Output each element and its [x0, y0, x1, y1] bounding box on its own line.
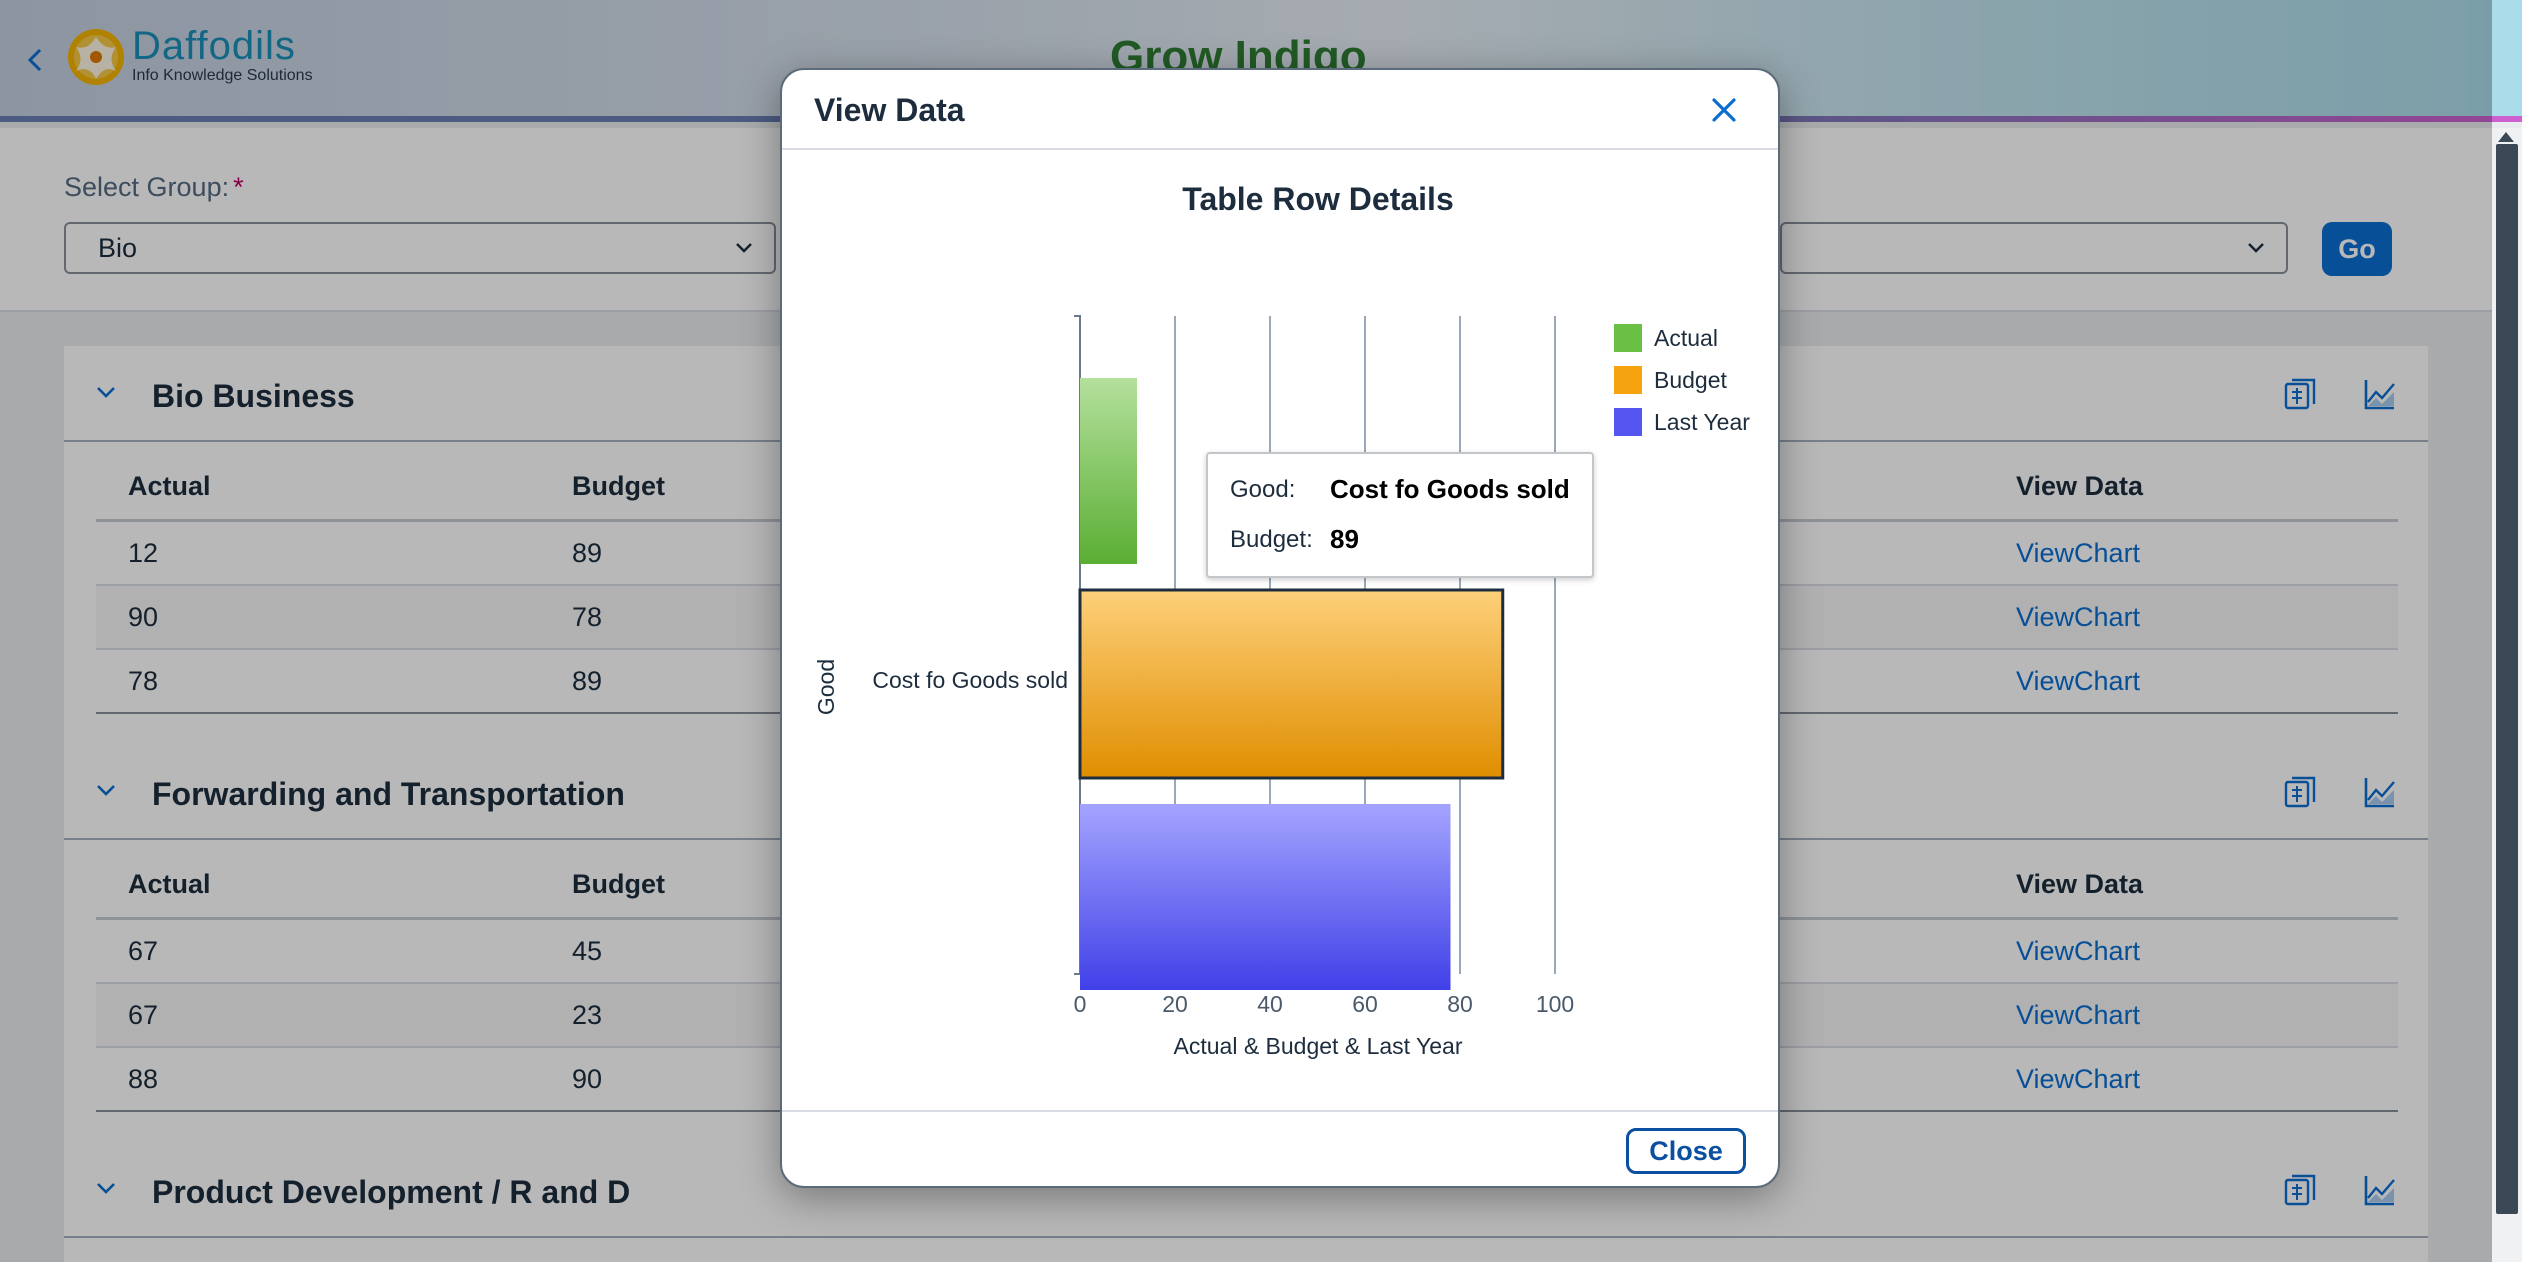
scroll-up-arrow-icon[interactable]	[2498, 132, 2514, 142]
x-axis-label: Actual & Budget & Last Year	[1174, 1033, 1463, 1059]
close-icon[interactable]	[1704, 90, 1744, 130]
legend-swatch-last-year	[1614, 408, 1642, 436]
dialog-body: Table Row Details 0 20 40 60 80 100 Actual & …	[782, 152, 1778, 1110]
view-data-dialog: View Data Table Row Details 0 20 40 60 80 100…	[780, 68, 1780, 1188]
category-label: Cost fo Goods sold	[872, 667, 1068, 693]
legend-label-actual: Actual	[1654, 325, 1718, 351]
x-tick-label: 60	[1352, 991, 1378, 1017]
dialog-footer: Close	[782, 1110, 1778, 1186]
bar-actual	[1080, 378, 1137, 564]
bar-last-year	[1080, 804, 1451, 990]
tooltip-good-value: Cost fo Goods sold	[1330, 474, 1570, 504]
bar-budget	[1078, 588, 1505, 780]
tooltip-budget-row: Budget: 89	[1230, 524, 1359, 555]
dialog-header: View Data	[782, 70, 1778, 150]
tooltip-good-row: Good: Cost fo Goods sold	[1230, 474, 1570, 505]
tooltip-budget-key: Budget:	[1230, 525, 1313, 553]
y-axis-label: Good	[813, 659, 839, 715]
x-tick-label: 20	[1162, 991, 1188, 1017]
x-tick-label: 0	[1074, 991, 1087, 1017]
dialog-title: View Data	[814, 92, 965, 128]
chart-tooltip: Good: Cost fo Goods sold Budget: 89	[1206, 452, 1594, 578]
x-tick-label: 40	[1257, 991, 1283, 1017]
tooltip-budget-value: 89	[1330, 524, 1359, 554]
legend-swatch-budget	[1614, 366, 1642, 394]
legend-swatch-actual	[1614, 324, 1642, 352]
tooltip-good-key: Good:	[1230, 475, 1296, 503]
legend-label-budget: Budget	[1654, 367, 1728, 393]
bar-chart: Table Row Details 0 20 40 60 80 100 Actual & …	[813, 181, 1750, 1059]
page-scrollbar[interactable]	[2492, 128, 2522, 1262]
x-tick-label: 80	[1447, 991, 1473, 1017]
close-button[interactable]: Close	[1626, 1128, 1746, 1174]
scrollbar-thumb[interactable]	[2496, 144, 2518, 1214]
chart-title: Table Row Details	[1182, 181, 1453, 217]
x-tick-label: 100	[1536, 991, 1574, 1017]
legend-label-last-year: Last Year	[1654, 409, 1750, 435]
